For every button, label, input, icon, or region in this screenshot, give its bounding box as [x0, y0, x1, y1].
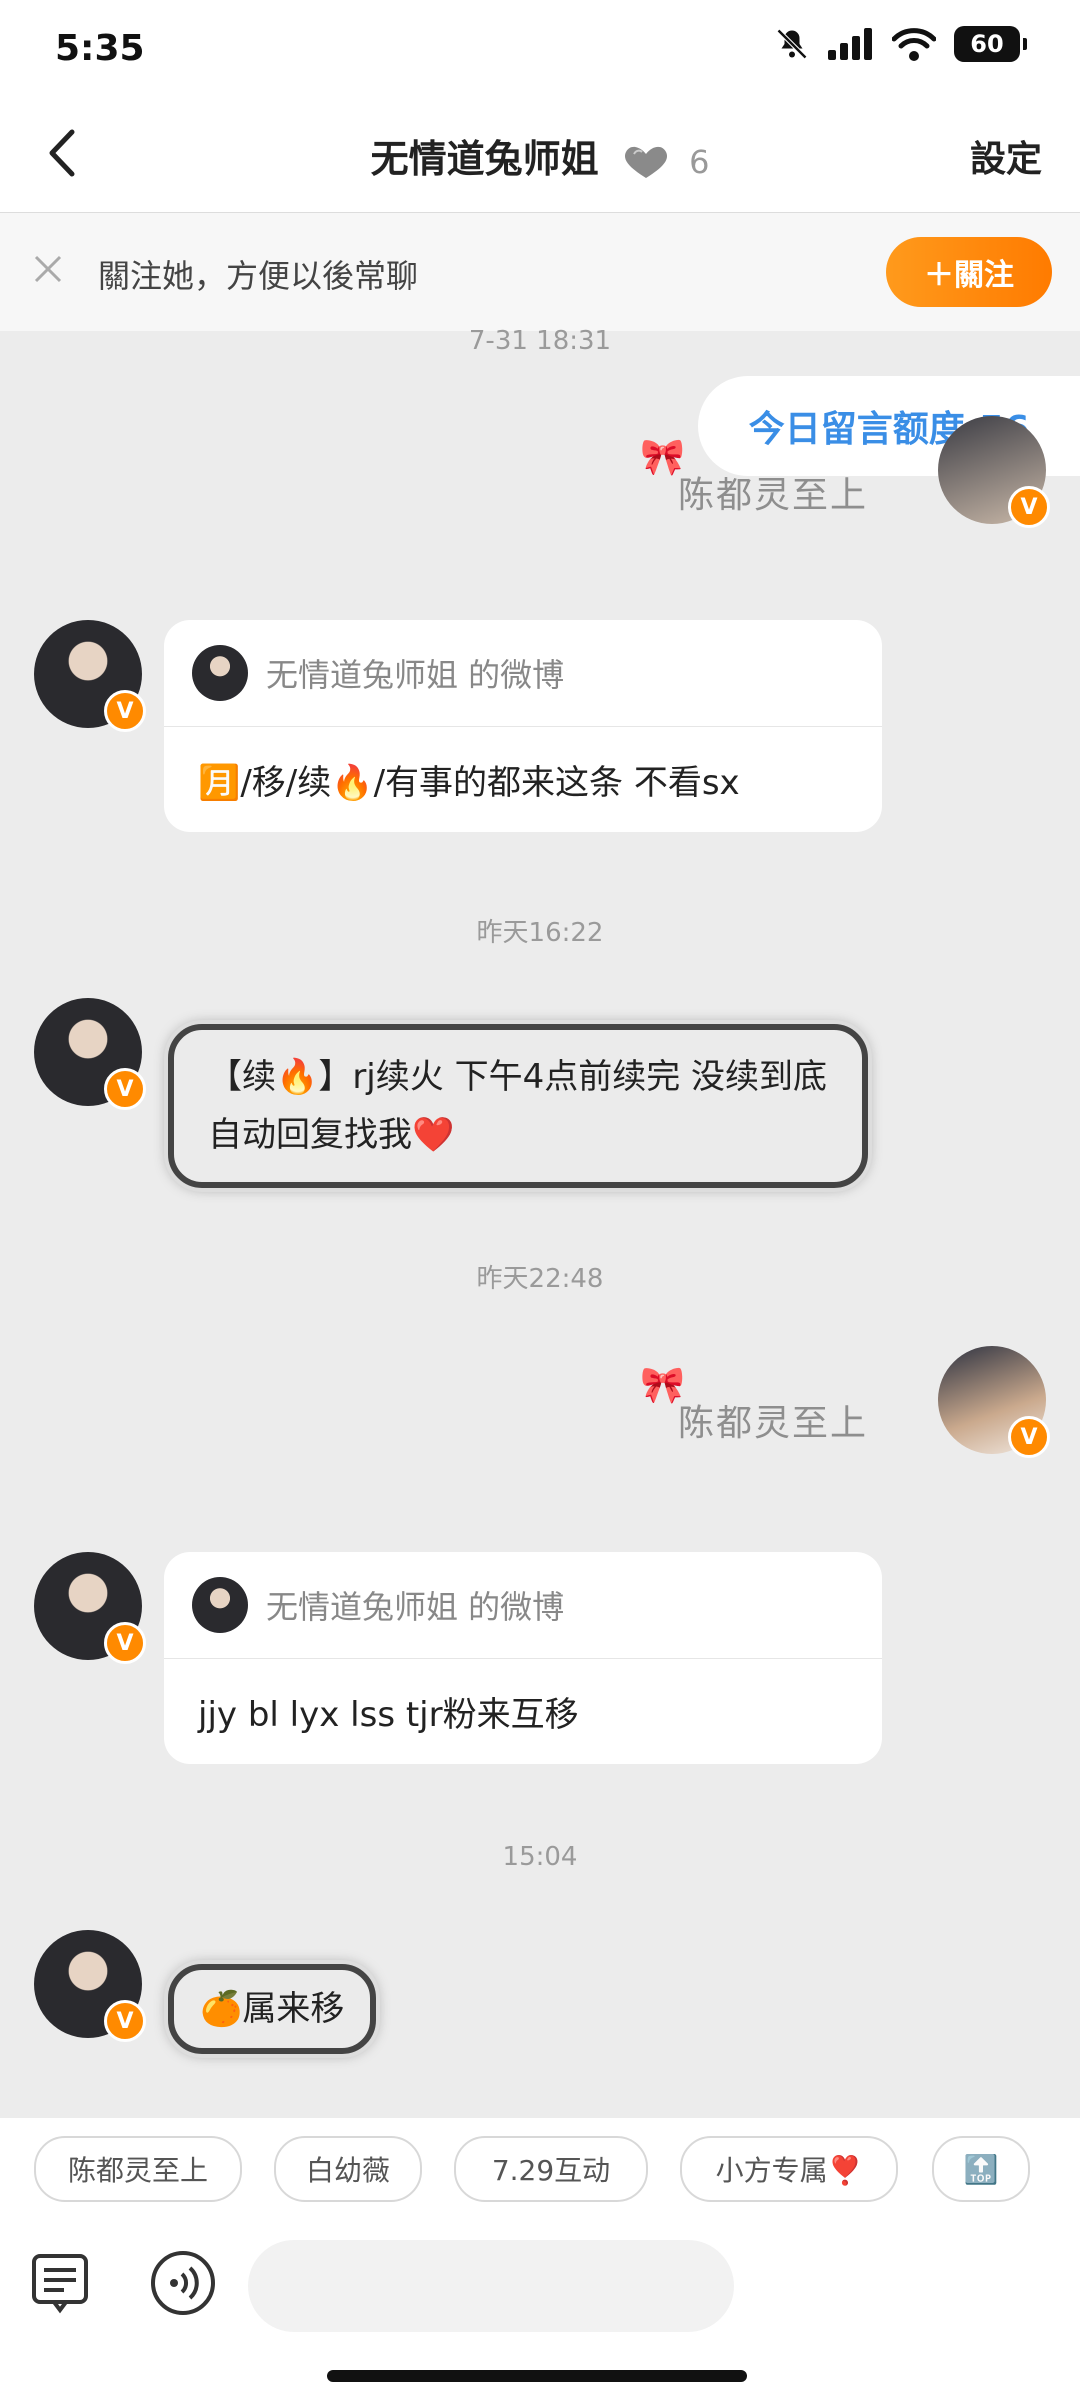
weibo-share-card[interactable]: 无情道兔师姐 的微博 🈷️/移/续🔥/有事的都来这条 不看sx	[164, 620, 882, 832]
battery-icon: 60	[954, 26, 1027, 62]
name-sticker-message[interactable]: 🎀 陈都灵至上	[640, 436, 920, 526]
quick-reply-chip[interactable]: 白幼薇	[274, 2136, 422, 2202]
mute-bell-icon	[776, 28, 808, 60]
chat-header: 无情道兔师姐 6 設定	[0, 100, 1080, 213]
settings-button[interactable]: 設定	[970, 130, 1042, 182]
contact-avatar[interactable]: V	[34, 1930, 146, 2042]
sticker-text: 陈都灵至上	[678, 475, 869, 516]
verified-badge-icon: V	[1008, 1416, 1050, 1458]
name-sticker-message[interactable]: 🎀 陈都灵至上	[640, 1364, 920, 1454]
quick-reply-chip[interactable]: 小方专属❣️	[680, 2136, 898, 2202]
voice-icon[interactable]	[150, 2250, 216, 2316]
timestamp: 15:04	[502, 1842, 578, 1872]
source-avatar	[192, 1577, 248, 1633]
card-body: jjy bl lyx lss tjr粉来互移	[198, 1695, 579, 1735]
input-bar	[0, 2228, 1080, 2400]
verified-badge-icon: V	[104, 1622, 146, 1664]
card-source: 无情道兔师姐 的微博	[266, 656, 565, 694]
follow-button[interactable]: ＋關注	[886, 237, 1052, 307]
home-indicator	[327, 2370, 747, 2382]
quick-reply-bar: 陈都灵至上 白幼薇 7.29互动 小方专属❣️ 🔝	[0, 2118, 1080, 2228]
status-time: 5:35	[55, 28, 145, 69]
decorated-bubble[interactable]: 🍊属来移	[168, 1964, 377, 2054]
keyboard-list-icon[interactable]	[28, 2250, 92, 2314]
heart-level-icon	[624, 146, 667, 178]
card-body: 🈷️/移/续🔥/有事的都来这条 不看sx	[198, 763, 740, 803]
timestamp: 7-31 18:31	[468, 326, 612, 356]
my-avatar[interactable]: V	[938, 1346, 1050, 1458]
card-header: 无情道兔师姐 的微博	[164, 620, 882, 727]
source-avatar	[192, 645, 248, 701]
chat-title-area: 无情道兔师姐 6	[0, 128, 1080, 183]
quick-reply-chip[interactable]: 陈都灵至上	[34, 2136, 242, 2202]
signal-icon	[828, 28, 872, 60]
follow-banner: 關注她，方便以後常聊 ＋關注	[0, 213, 1080, 331]
verified-badge-icon: V	[104, 1068, 146, 1110]
decorated-bubble[interactable]: 【续🔥】rj续火 下午4点前续完 没续到底自动回复找我❤️	[168, 1024, 868, 1188]
sticker-text: 陈都灵至上	[678, 1403, 869, 1444]
quick-reply-chip[interactable]: 7.29互动	[454, 2136, 648, 2202]
wifi-icon	[892, 28, 936, 61]
weibo-share-card[interactable]: 无情道兔师姐 的微博 jjy bl lyx lss tjr粉来互移	[164, 1552, 882, 1764]
my-avatar[interactable]: V	[938, 416, 1050, 528]
contact-avatar[interactable]: V	[34, 998, 146, 1110]
message-input[interactable]	[248, 2240, 734, 2332]
contact-avatar[interactable]: V	[34, 620, 146, 732]
status-bar: 5:35 60	[0, 0, 1080, 100]
timestamp: 昨天22:48	[476, 1264, 604, 1294]
verified-badge-icon: V	[104, 690, 146, 732]
verified-badge-icon: V	[104, 2000, 146, 2042]
contact-avatar[interactable]: V	[34, 1552, 146, 1664]
verified-badge-icon: V	[1008, 486, 1050, 528]
top-emoji-chip[interactable]: 🔝	[932, 2136, 1030, 2202]
card-source: 无情道兔师姐 的微博	[266, 1588, 565, 1626]
card-header: 无情道兔师姐 的微博	[164, 1552, 882, 1659]
follow-prompt: 關注她，方便以後常聊	[98, 257, 419, 295]
level-number: 6	[689, 142, 710, 181]
close-icon[interactable]	[28, 249, 68, 289]
status-icons: 60	[774, 26, 1027, 62]
timestamp: 昨天16:22	[476, 918, 604, 948]
chat-title: 无情道兔师姐	[370, 137, 599, 181]
